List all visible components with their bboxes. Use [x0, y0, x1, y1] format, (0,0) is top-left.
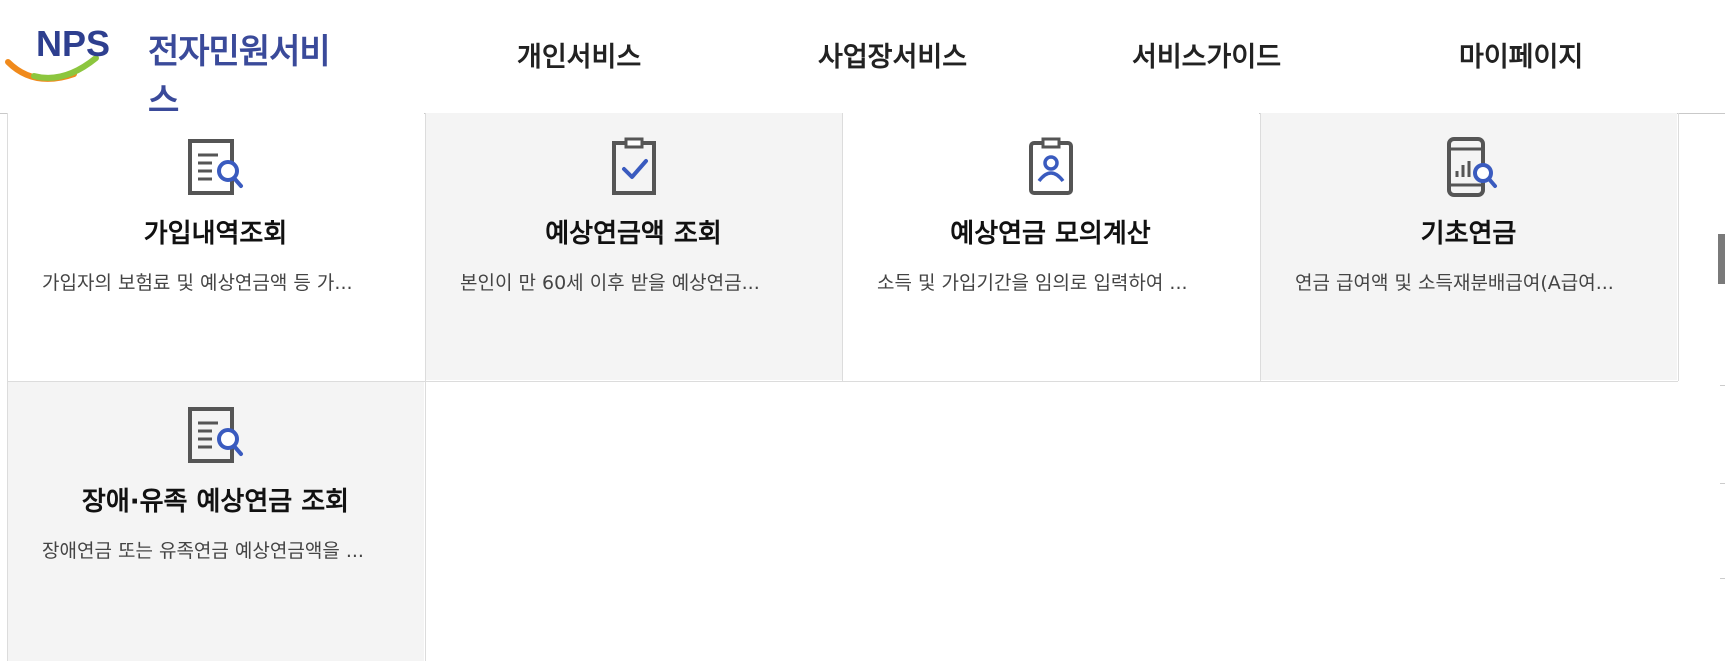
- card-description: 가입자의 보험료 및 예상연금액 등 가...: [42, 272, 353, 294]
- nav-my-page[interactable]: 마이페이지: [1459, 35, 1583, 74]
- nps-logo-mark-icon: NPS: [5, 23, 110, 82]
- mobile-chart-search-icon: [1446, 137, 1497, 197]
- card-title: 장애·유족 예상연금 조회: [81, 487, 350, 517]
- grid-divider: [842, 113, 843, 381]
- grid-divider: [7, 113, 8, 661]
- service-card-expected-pension[interactable]: 예상연금액 조회 본인이 만 60세 이후 받을 예상연금...: [425, 113, 842, 380]
- logo-title: 전자민원서비스: [148, 32, 331, 121]
- logo-mark-text: NPS: [36, 23, 110, 64]
- document-search-icon: [187, 139, 243, 195]
- edge-tick: [1720, 578, 1725, 579]
- card-description: 장애연금 또는 유족연금 예상연금액을 ...: [42, 540, 364, 562]
- nav-service-guide[interactable]: 서비스가이드: [1132, 35, 1281, 74]
- scrollbar-thumb[interactable]: [1718, 234, 1725, 284]
- service-card-subscription-history[interactable]: 가입내역조회 가입자의 보험료 및 예상연금액 등 가...: [7, 113, 424, 380]
- card-description: 소득 및 가입기간을 임의로 입력하여 ...: [877, 272, 1188, 294]
- service-card-pension-simulation[interactable]: 예상연금 모의계산 소득 및 가입기간을 임의로 입력하여 ...: [842, 113, 1259, 380]
- edge-tick: [1720, 483, 1725, 484]
- grid-divider: [1678, 113, 1679, 381]
- grid-divider: [7, 381, 1678, 382]
- card-title: 가입내역조회: [143, 219, 288, 249]
- card-title: 예상연금액 조회: [545, 219, 722, 249]
- card-title: 기초연금: [1420, 219, 1517, 249]
- clipboard-check-icon: [611, 137, 656, 195]
- nav-personal-services[interactable]: 개인서비스: [517, 35, 641, 74]
- site-header: NPS 전자민원서비스 개인서비스 사업장서비스 서비스가이드 마이페이지: [0, 0, 1725, 121]
- id-badge-icon: [1028, 137, 1073, 195]
- nps-logo[interactable]: NPS 전자민원서비스: [4, 22, 349, 121]
- grid-divider: [1260, 113, 1261, 381]
- edge-tick: [1720, 385, 1725, 386]
- card-title: 예상연금 모의계산: [950, 219, 1151, 249]
- card-description: 본인이 만 60세 이후 받을 예상연금...: [460, 272, 760, 294]
- service-card-disability-survivor-pension[interactable]: 장애·유족 예상연금 조회 장애연금 또는 유족연금 예상연금액을 ...: [7, 381, 424, 661]
- grid-divider: [425, 113, 426, 661]
- nav-business-services[interactable]: 사업장서비스: [818, 35, 967, 74]
- card-description: 연금 급여액 및 소득재분배급여(A급여...: [1295, 272, 1614, 294]
- document-search-icon: [187, 407, 243, 463]
- service-card-basic-pension[interactable]: 기초연금 연금 급여액 및 소득재분배급여(A급여...: [1260, 113, 1677, 380]
